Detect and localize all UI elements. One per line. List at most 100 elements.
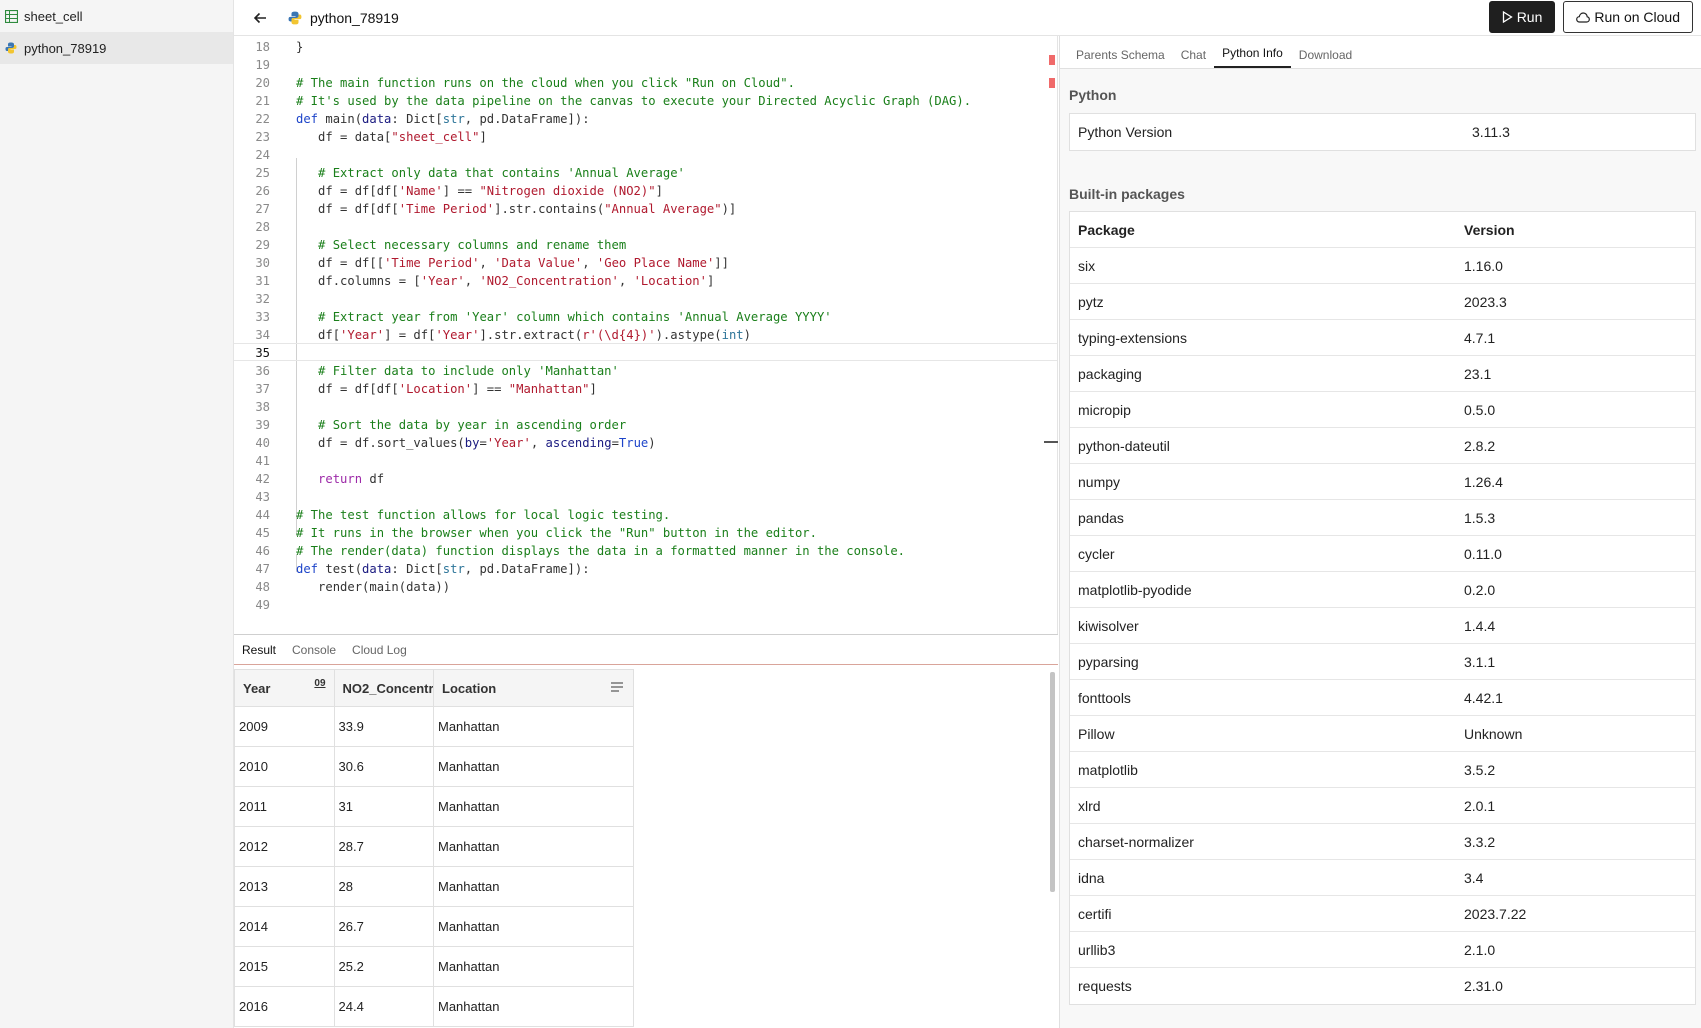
code-line: 36 # Filter data to include only 'Manhat… (255, 364, 619, 378)
error-marker[interactable] (1049, 55, 1055, 65)
sort-icon[interactable]: 09 (314, 678, 325, 689)
code-line: 49 (255, 598, 270, 612)
python-version-value: 3.11.3 (1472, 124, 1510, 140)
code-line: 26 df = df[df['Name'] == "Nitrogen dioxi… (255, 184, 663, 198)
table-row[interactable]: 2013 28 Manhattan (234, 867, 634, 907)
table-row: Pillow Unknown (1070, 716, 1695, 752)
table-row: requests 2.31.0 (1078, 978, 1503, 994)
packages-table: Package Version six 1.16.0 pytz 2023.3 typi… (1069, 211, 1696, 1005)
table-row: six 1.16.0 (1070, 248, 1695, 284)
column-header-location[interactable]: Location (434, 670, 633, 706)
run-on-cloud-label: Run on Cloud (1594, 9, 1680, 25)
table-row[interactable]: 2010 30.6 Manhattan (234, 747, 634, 787)
table-row: idna 3.4 (1070, 860, 1695, 896)
sidebar-item-python[interactable]: python_78919 (0, 32, 233, 64)
table-row: cycler 0.11.0 (1070, 536, 1695, 572)
tab-chat[interactable]: Chat (1173, 48, 1214, 68)
run-button-label: Run (1516, 9, 1543, 25)
python-version-row: Python Version 3.11.3 (1069, 113, 1696, 151)
scroll-position-marker (1044, 441, 1058, 443)
code-line: 19 (255, 58, 270, 72)
code-line: 18} (255, 40, 304, 54)
sidebar-item-label: python_78919 (24, 40, 107, 56)
table-row[interactable]: 2009 33.9 Manhattan (234, 707, 634, 747)
code-line: 40 df = df.sort_values(by='Year', ascend… (255, 436, 656, 450)
code-line: 24 (255, 148, 270, 162)
code-line: 34 df['Year'] = df['Year'].str.extract(r… (255, 328, 751, 342)
code-line: 22 def main(data: Dict[str, pd.DataFrame]… (255, 112, 590, 126)
table-row: xlrd 2.0.1 (1070, 788, 1695, 824)
column-header-year[interactable]: Year 09 (235, 670, 335, 706)
code-line: 46 # The render(data) function displays t… (255, 544, 906, 558)
code-line: 30 df = df[['Time Period', 'Data Value',… (255, 256, 729, 270)
code-line: 39 # Sort the data by year in ascending … (255, 418, 627, 432)
back-button[interactable] (246, 4, 274, 32)
sidebar-item-label: sheet_cell (24, 8, 83, 24)
table-row: pytz 2023.3 (1070, 284, 1695, 320)
table-row: typing-extensions 4.7.1 (1070, 320, 1695, 356)
result-scrollbar[interactable] (1050, 672, 1055, 892)
code-line-current: 35 (234, 343, 1057, 361)
code-editor[interactable]: 18} 19 20 # The main function runs on the… (234, 36, 1058, 634)
code-line: 47 def test(data: Dict[str, pd.DataFrame]… (255, 562, 590, 576)
sidebar-item-sheet-cell[interactable]: sheet_cell (0, 0, 233, 32)
file-tab[interactable]: python_78919 (288, 10, 399, 26)
code-line: 45 # It runs in the browser when you clic… (255, 526, 817, 540)
python-section-title: Python (1069, 87, 1117, 103)
arrow-left-icon (253, 12, 266, 23)
table-row[interactable]: 2011 31 Manhattan (234, 787, 634, 827)
table-row: micropip 0.5.0 (1070, 392, 1695, 428)
table-row: numpy 1.26.4 (1070, 464, 1695, 500)
table-row: pandas 1.5.3 (1070, 500, 1695, 536)
tab-python-info[interactable]: Python Info (1214, 46, 1291, 68)
table-row: kiwisolver 1.4.4 (1070, 608, 1695, 644)
tab-console[interactable]: Console (292, 643, 336, 657)
table-row[interactable]: 2016 24.4 Manhattan (234, 987, 634, 1027)
error-marker[interactable] (1049, 78, 1055, 88)
python-icon (288, 11, 302, 25)
file-tab-title: python_78919 (310, 9, 399, 26)
code-line: 29 # Select necessary columns and rename… (255, 238, 627, 252)
packages-header: Package Version (1070, 212, 1695, 248)
table-row: urllib3 2.1.0 (1070, 932, 1695, 968)
table-row: matplotlib 3.5.2 (1070, 752, 1695, 788)
cloud-icon (1576, 11, 1591, 23)
column-menu-icon[interactable] (611, 680, 623, 695)
code-line: 21 # It's used by the data pipeline on th… (255, 94, 972, 108)
table-row[interactable]: 2012 28.7 Manhattan (234, 827, 634, 867)
code-line: 37 df = df[df['Location'] == "Manhattan"… (255, 382, 597, 396)
tab-result[interactable]: Result (242, 643, 276, 657)
run-button[interactable]: Run (1488, 1, 1556, 33)
table-row: certifi 2023.7.22 (1070, 896, 1695, 932)
table-row: matplotlib-pyodide 0.2.0 (1070, 572, 1695, 608)
tab-parents-schema[interactable]: Parents Schema (1068, 48, 1173, 68)
editor-topbar: python_78919 Run Run on Cloud (234, 0, 1701, 36)
code-line: 31 df.columns = ['Year', 'NO2_Concentrat… (255, 274, 715, 288)
table-row[interactable]: 2015 25.2 Manhattan (234, 947, 634, 987)
code-line: 42 return df (255, 472, 385, 486)
column-header-no2[interactable]: NO2_Concentr (335, 670, 435, 706)
grid-header: Year 09 NO2_Concentr Location (234, 669, 634, 707)
code-line: 27 df = df[df['Time Period'].str.contain… (255, 202, 737, 216)
packages-section-title: Built-in packages (1069, 186, 1185, 202)
code-line: 23 df = data["sheet_cell"] (255, 130, 487, 144)
table-row[interactable]: 2014 26.7 Manhattan (234, 907, 634, 947)
code-line: 38 (255, 400, 270, 414)
tab-cloud-log[interactable]: Cloud Log (352, 643, 407, 657)
table-row: packaging 23.1 (1070, 356, 1695, 392)
table-row: fonttools 4.42.1 (1070, 680, 1695, 716)
code-line: 28 (255, 220, 270, 234)
code-line: 25 # Extract only data that contains 'An… (255, 166, 685, 180)
result-panel: Result Console Cloud Log Year 09 NO2_Con… (234, 634, 1058, 1028)
run-on-cloud-button[interactable]: Run on Cloud (1563, 1, 1693, 33)
table-row: python-dateutil 2.8.2 (1070, 428, 1695, 464)
python-icon (4, 41, 18, 55)
result-grid: Year 09 NO2_Concentr Location 2009 33.9 Ma… (234, 669, 634, 1027)
code-line: 20 # The main function runs on the cloud … (255, 76, 795, 90)
info-panel: Parents Schema Chat Python Info Download… (1059, 36, 1701, 1028)
code-line: 43 (255, 490, 270, 504)
table-row: pyparsing 3.1.1 (1070, 644, 1695, 680)
play-icon (1502, 11, 1513, 23)
tab-download[interactable]: Download (1291, 48, 1360, 68)
code-line: 41 (255, 454, 270, 468)
